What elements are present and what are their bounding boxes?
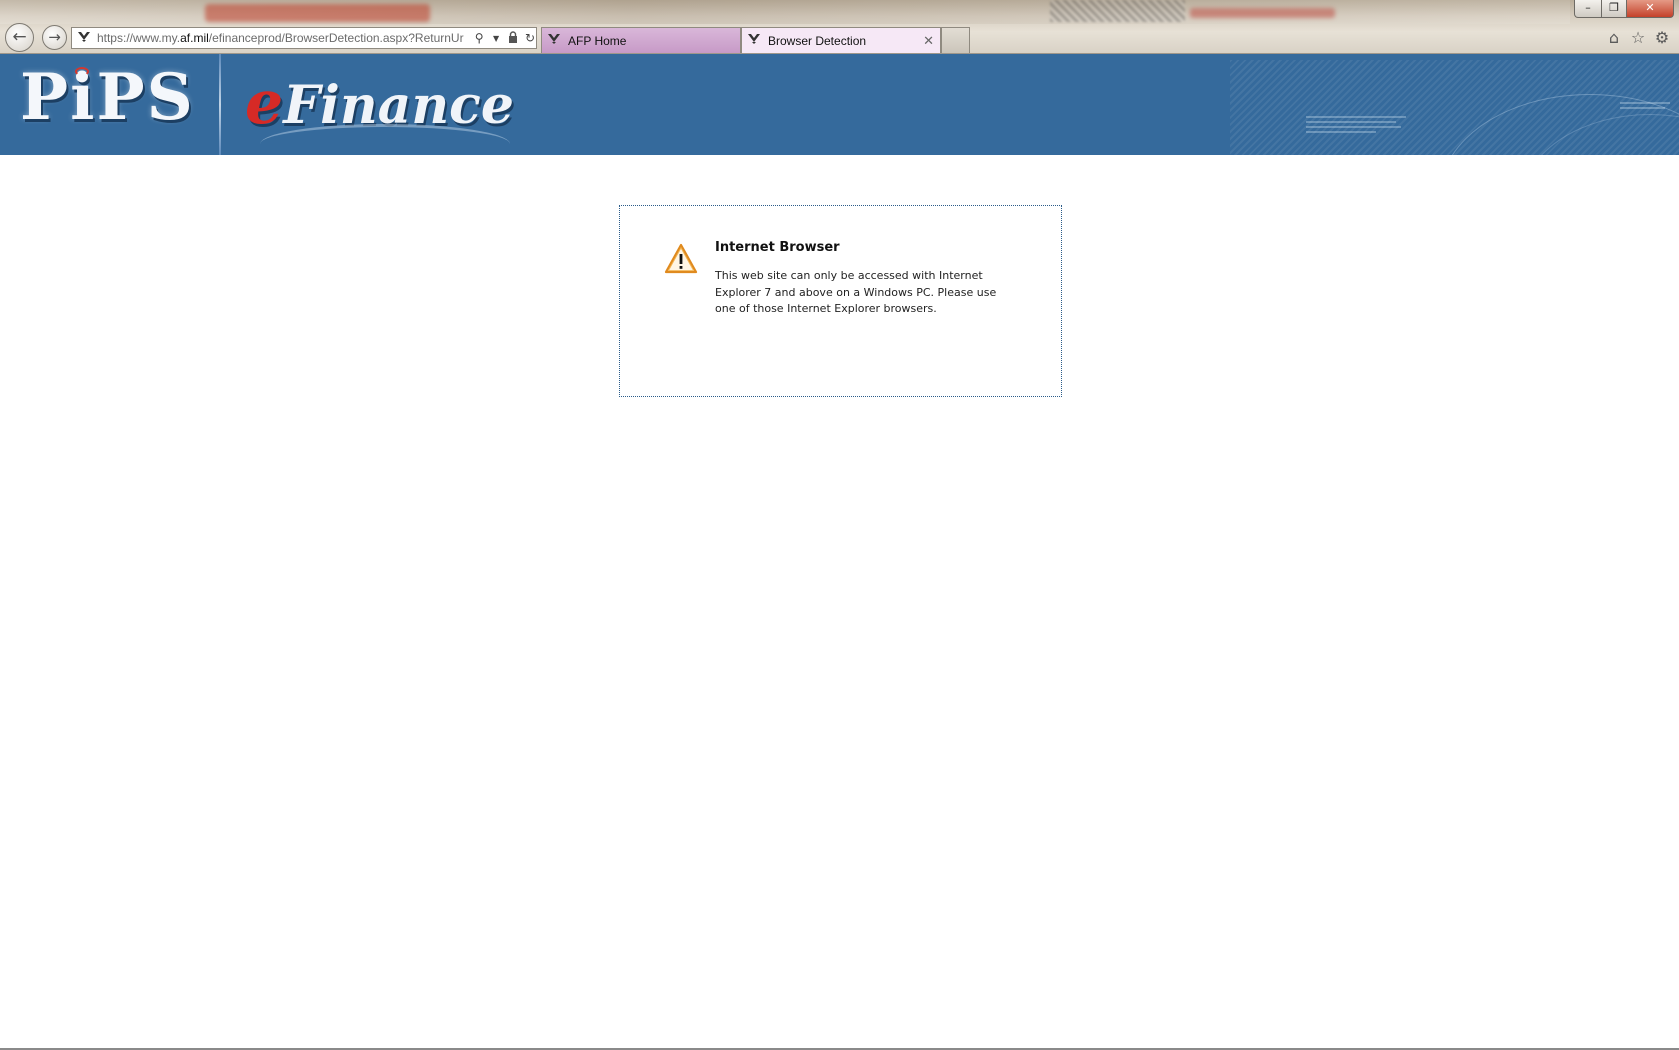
- address-bar[interactable]: https://www.my.af.mil/efinanceprod/Brows…: [71, 27, 537, 49]
- lock-icon[interactable]: [507, 30, 519, 46]
- browser-chrome: – ❐ ✕ ← → https://www.my.af.mil/efinance…: [0, 0, 1679, 54]
- tab-label: Browser Detection: [768, 33, 867, 48]
- maximize-button[interactable]: ❐: [1601, 0, 1627, 18]
- minimize-button[interactable]: –: [1574, 0, 1602, 18]
- warning-icon: [664, 243, 698, 274]
- banner-deco-line: [1306, 121, 1396, 123]
- banner-deco-line: [1306, 116, 1406, 118]
- blurred-background-pattern: [1050, 0, 1185, 22]
- tab-afp-home[interactable]: AFP Home: [541, 27, 741, 53]
- tab-label: AFP Home: [568, 33, 627, 48]
- new-tab-button[interactable]: [941, 27, 970, 53]
- banner-deco-line: [1306, 131, 1376, 133]
- af-wings-icon: [547, 33, 563, 48]
- arrow-left-icon: ←: [12, 27, 27, 47]
- close-tab-icon[interactable]: ✕: [923, 33, 934, 49]
- site-banner: PiPS eFinance: [0, 54, 1679, 155]
- tab-browser-detection[interactable]: Browser Detection ✕: [741, 27, 941, 53]
- banner-divider: [219, 54, 221, 155]
- star-icon[interactable]: ☆: [1628, 28, 1648, 48]
- search-icon[interactable]: ⚲: [473, 31, 485, 45]
- blurred-background-bar: [1190, 8, 1335, 18]
- alert-title: Internet Browser: [715, 240, 840, 255]
- af-wings-icon: [747, 33, 763, 48]
- pips-logo-accent: [75, 67, 89, 76]
- close-window-button[interactable]: ✕: [1626, 0, 1674, 18]
- alert-message: This web site can only be accessed with …: [715, 269, 997, 315]
- dropdown-icon[interactable]: ▼: [490, 34, 502, 43]
- banner-deco-line: [1620, 102, 1670, 104]
- forward-button[interactable]: →: [42, 25, 67, 50]
- arrow-right-icon: →: [48, 28, 61, 46]
- back-button[interactable]: ←: [5, 23, 34, 52]
- banner-deco-line: [1620, 107, 1665, 109]
- af-wings-icon: [77, 31, 93, 46]
- alert-box: Internet Browser This web site can only …: [619, 205, 1062, 397]
- gear-icon[interactable]: ⚙: [1652, 28, 1672, 48]
- url-text[interactable]: https://www.my.af.mil/efinanceprod/Brows…: [97, 31, 468, 45]
- home-icon[interactable]: ⌂: [1604, 28, 1624, 48]
- pips-logo[interactable]: PiPS: [20, 60, 195, 135]
- refresh-icon[interactable]: ↻: [524, 31, 536, 45]
- banner-deco-line: [1306, 126, 1401, 128]
- blurred-background-tab: [205, 4, 430, 22]
